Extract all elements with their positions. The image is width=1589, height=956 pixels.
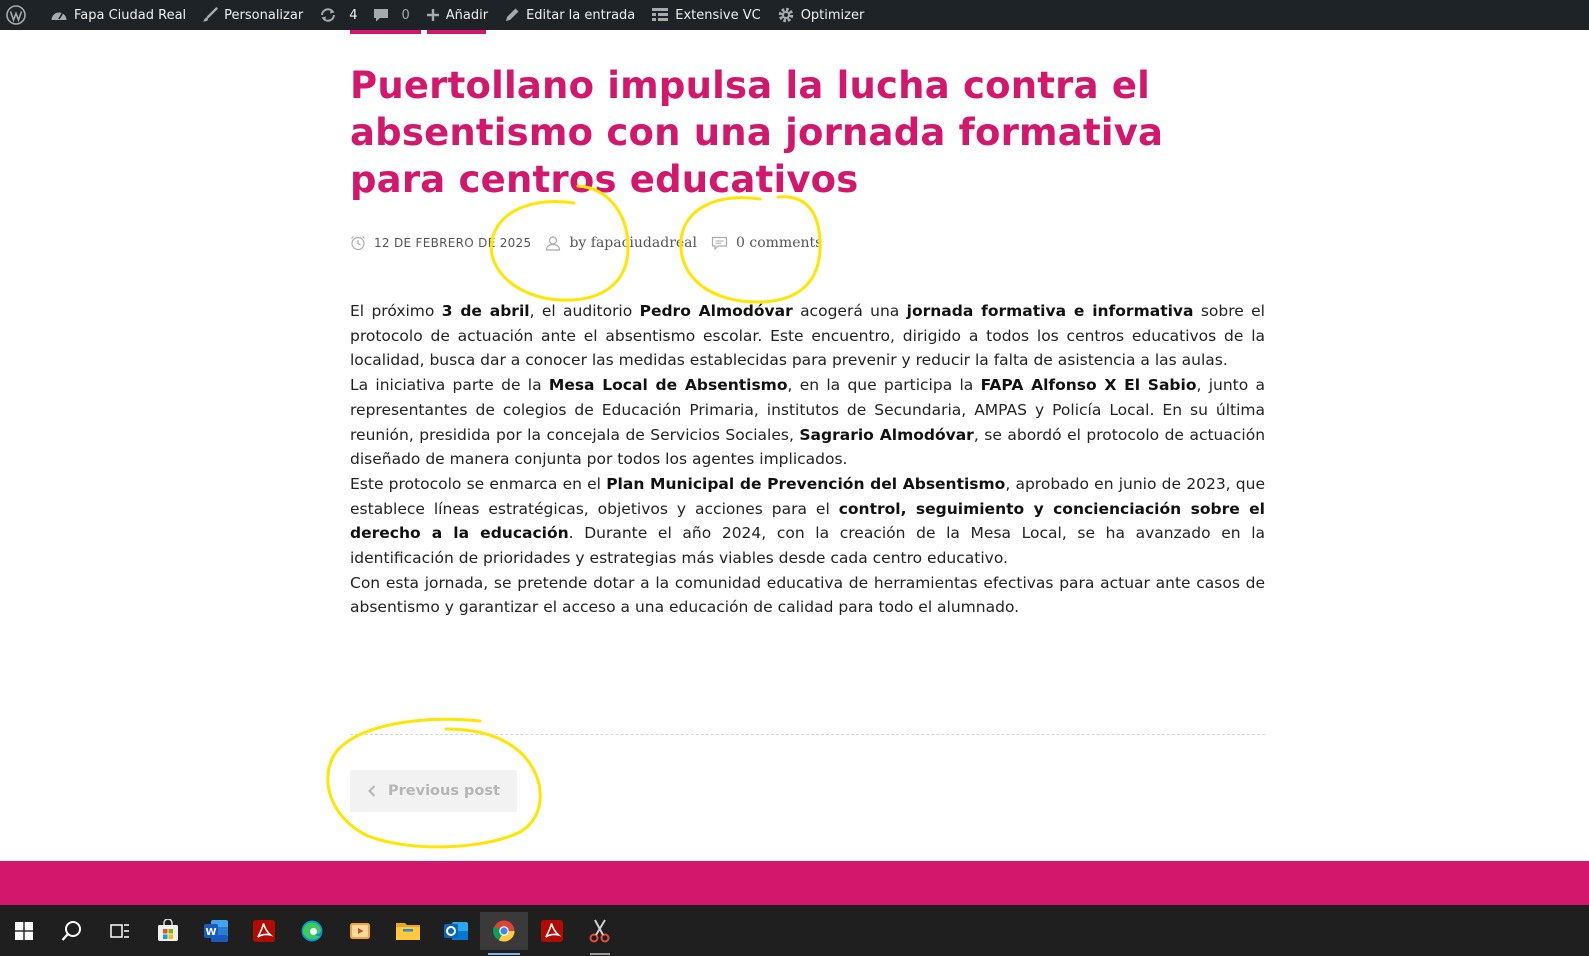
post-date: 12 DE FEBRERO DE 2025: [350, 235, 531, 251]
outlook-icon[interactable]: [432, 912, 480, 950]
wp-admin-bar: Fapa Ciudad Real Personalizar 4 0 Añadir…: [0, 0, 1589, 30]
bold-fapa: FAPA Alfonso X El Sabio: [980, 376, 1197, 395]
word-icon[interactable]: W: [192, 912, 240, 950]
edit-post-label: Editar la entrada: [526, 7, 636, 23]
open-app-indicator: [590, 952, 610, 955]
bold-venue: Pedro Almodóvar: [639, 302, 793, 320]
previous-post-label: Previous post: [388, 783, 500, 799]
snipping-tool-icon[interactable]: [576, 912, 624, 955]
updates-link[interactable]: 4: [311, 0, 365, 30]
text-run: acogerá una: [792, 302, 907, 320]
gear-icon: [777, 6, 795, 24]
post-author-link[interactable]: by fapaciudadreal: [545, 235, 697, 251]
optimizer-label: Optimizer: [800, 7, 865, 23]
extensive-vc-link[interactable]: Extensive VC: [643, 0, 768, 30]
post-nav-divider: [350, 734, 1265, 735]
clock-icon: [351, 236, 365, 251]
svg-text:W: W: [205, 927, 216, 938]
text-run: El próximo: [350, 302, 442, 320]
pencil-icon: [504, 7, 520, 23]
footer-band: [0, 861, 1589, 905]
file-explorer-icon[interactable]: [384, 912, 432, 950]
edge-icon[interactable]: [288, 912, 336, 950]
bold-plan: Plan Municipal de Prevención del Absenti…: [606, 474, 1006, 493]
comments-link[interactable]: 0: [365, 0, 417, 30]
wordpress-logo-menu[interactable]: [0, 0, 42, 30]
post-date-label: 12 DE FEBRERO DE 2025: [374, 236, 532, 250]
acrobat-icon[interactable]: [240, 912, 288, 950]
previous-post-button[interactable]: Previous post: [350, 770, 517, 812]
active-app-indicator: [488, 952, 520, 955]
paragraph-1: El próximo 3 de abril, el auditorio Pedr…: [350, 299, 1265, 373]
site-name-menu[interactable]: Fapa Ciudad Real: [42, 0, 194, 30]
bold-org: Mesa Local de Absentismo: [548, 376, 788, 395]
media-player-icon[interactable]: [336, 912, 384, 950]
wordpress-logo-icon: [6, 5, 26, 25]
post-content: El próximo 3 de abril, el auditorio Pedr…: [350, 299, 1265, 620]
text-run: , en la que participa la: [787, 376, 981, 395]
customize-label: Personalizar: [224, 7, 304, 23]
windows-start-icon[interactable]: [0, 912, 48, 950]
edit-post-link[interactable]: Editar la entrada: [496, 0, 643, 30]
bold-person: Sagrario Almodóvar: [799, 425, 974, 444]
brush-icon: [202, 7, 218, 23]
windows-taskbar: W: [0, 905, 1589, 956]
site-name-label: Fapa Ciudad Real: [74, 7, 187, 23]
chrome-icon[interactable]: [480, 911, 528, 955]
post-comments-label: 0 comments: [736, 235, 823, 251]
comments-count: 0: [401, 7, 410, 23]
optimizer-link[interactable]: Optimizer: [769, 0, 873, 30]
post-author-label: by fapaciudadreal: [569, 235, 698, 251]
text-run: Este protocolo se enmarca en el: [350, 474, 607, 493]
acrobat-icon-2[interactable]: [528, 912, 576, 950]
chevron-left-icon: [368, 785, 376, 797]
paragraph-4: Con esta jornada, se pretende dotar a la…: [350, 573, 1265, 617]
task-view-icon[interactable]: [96, 912, 144, 950]
text-run: , el auditorio: [529, 302, 640, 320]
plus-icon: [426, 8, 440, 22]
user-icon: [546, 236, 561, 251]
grid-layout-icon: [651, 7, 669, 23]
add-new-menu[interactable]: Añadir: [418, 0, 496, 30]
bold-event: jornada formativa e informativa: [906, 302, 1194, 320]
post-comments-link[interactable]: 0 comments: [711, 235, 822, 251]
post-meta: 12 DE FEBRERO DE 2025 by fapaciudadreal …: [350, 232, 836, 254]
refresh-icon: [319, 7, 337, 23]
category-tag-1[interactable]: [350, 30, 421, 34]
customize-link[interactable]: Personalizar: [194, 0, 311, 30]
updates-count: 4: [349, 7, 358, 23]
category-tag-2[interactable]: [427, 30, 486, 34]
comment-icon: [711, 236, 728, 251]
paragraph-3: Este protocolo se enmarca en el Plan Mun…: [350, 472, 1265, 571]
store-icon[interactable]: [144, 912, 192, 950]
dashboard-gauge-icon: [50, 7, 68, 23]
post-title: Puertollano impulsa la lucha contra el a…: [350, 64, 1164, 201]
paragraph-2: La iniciativa parte de la Mesa Local de …: [350, 373, 1265, 472]
bold-date: 3 de abril: [441, 302, 530, 320]
text-run: La iniciativa parte de la: [350, 376, 549, 395]
comment-bubble-icon: [373, 7, 389, 23]
extensive-vc-label: Extensive VC: [675, 7, 761, 23]
add-new-label: Añadir: [445, 7, 489, 23]
search-icon[interactable]: [48, 912, 96, 950]
